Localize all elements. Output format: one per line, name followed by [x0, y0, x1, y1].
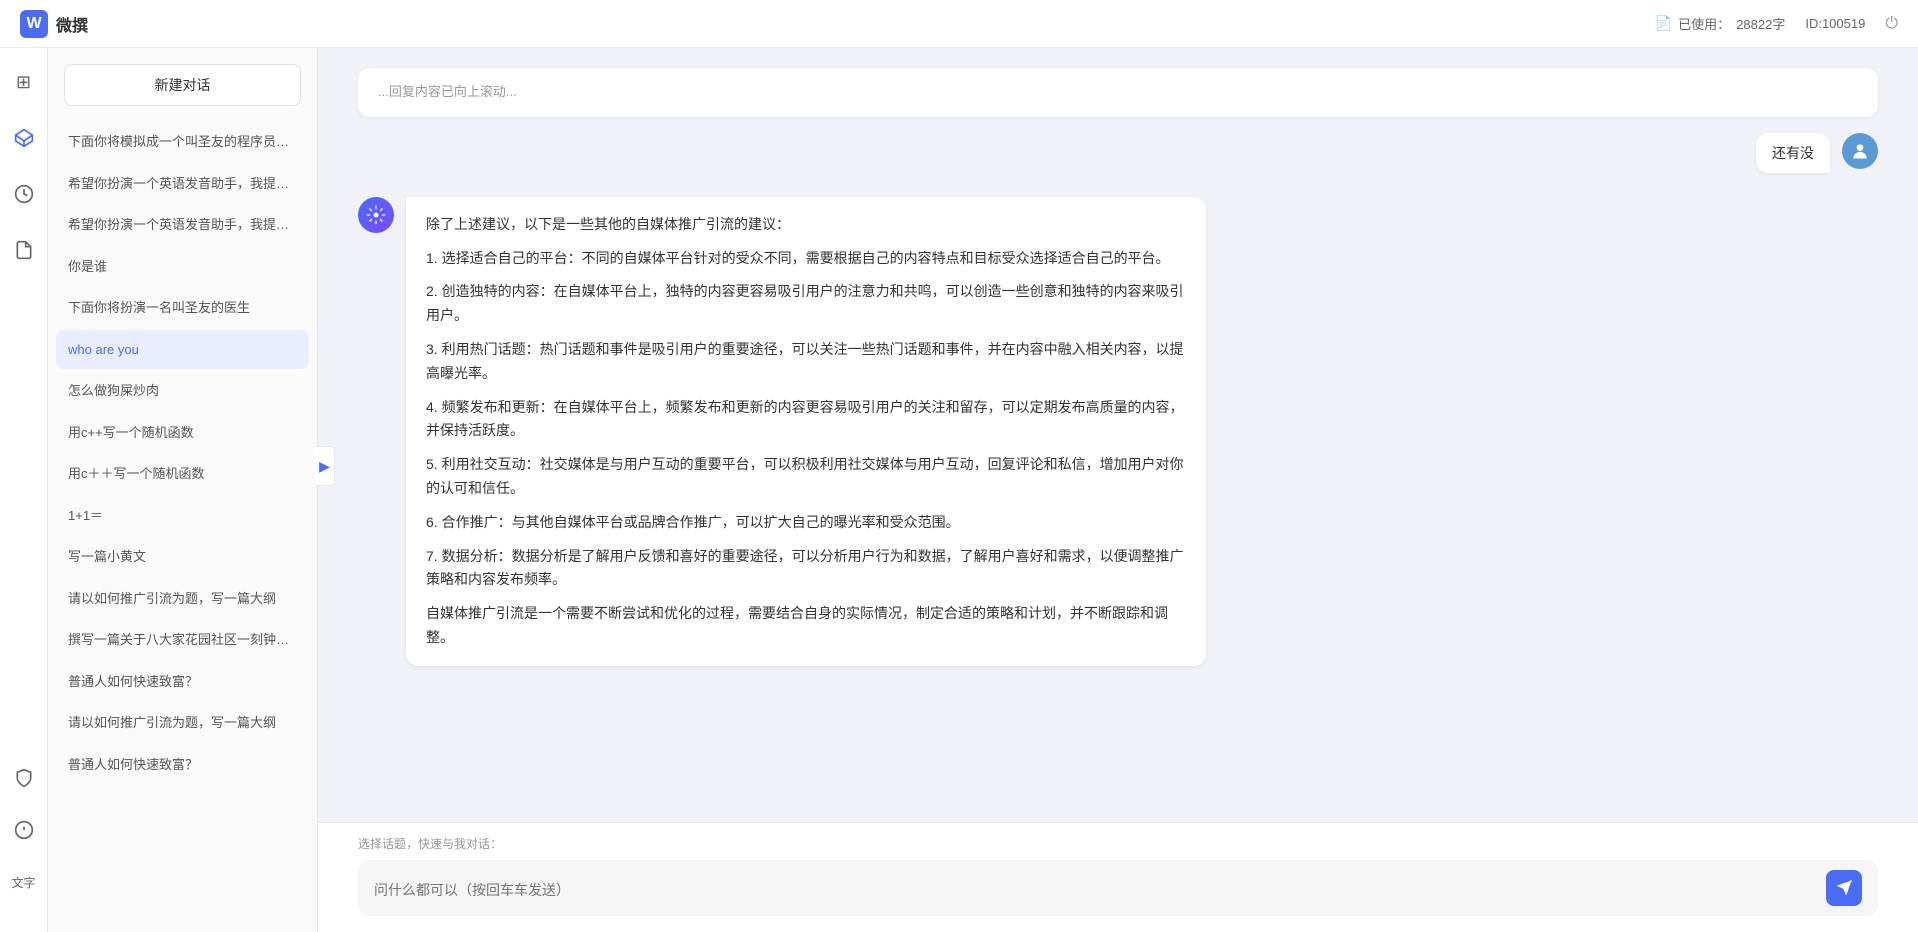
conversation-sidebar: 新建对话 下面你将模拟成一个叫圣友的程序员，我说... 希望你扮演一个英语发音助…	[48, 48, 318, 932]
list-item[interactable]: 怎么做狗屎炒肉	[56, 371, 309, 411]
new-conversation-button[interactable]: 新建对话	[64, 64, 301, 106]
icon-sidebar-top: ⊞	[6, 64, 42, 740]
ai-point-6: 6. 合作推广：与其他自媒体平台或品牌合作推广，可以扩大自己的曝光率和受众范围。	[426, 511, 1186, 535]
ai-message-row: 除了上述建议，以下是一些其他的自媒体推广引流的建议： 1. 选择适合自己的平台：…	[358, 197, 1878, 666]
home-icon[interactable]: ⊞	[6, 64, 42, 100]
list-item[interactable]: 用c++写一个随机函数	[56, 413, 309, 453]
ai-point-7: 7. 数据分析：数据分析是了解用户反馈和喜好的重要途径，可以分析用户行为和数据，…	[426, 545, 1186, 593]
list-item[interactable]: 请以如何推广引流为题，写一篇大纲	[56, 703, 309, 743]
ai-point-2: 2. 创造独特的内容：在自媒体平台上，独特的内容更容易吸引用户的注意力和共鸣，可…	[426, 280, 1186, 328]
message-group-user: 还有没	[358, 133, 1878, 173]
list-item[interactable]: 希望你扮演一个英语发音助手，我提供给你...	[56, 205, 309, 245]
list-item[interactable]: 希望你扮演一个英语发音助手，我提供给你...	[56, 164, 309, 204]
header-left: W 微撰	[20, 10, 88, 38]
chat-messages: ...回复内容已向上滚动... 还有没	[318, 48, 1918, 822]
ai-avatar	[358, 197, 394, 233]
list-item[interactable]: 撰写一篇关于八大家花园社区一刻钟便民生...	[56, 620, 309, 660]
chat-input-area: 选择话题，快速与我对话：	[318, 822, 1918, 932]
list-item[interactable]: 1+1＝	[56, 496, 309, 536]
user-bubble: 还有没	[1756, 133, 1830, 173]
chat-input-field[interactable]	[374, 880, 1814, 896]
list-item[interactable]: 普通人如何快速致富？	[56, 662, 309, 702]
header: W 微撰 📄 已使用： 28822字 ID:100519 ⏻	[0, 0, 1918, 48]
ai-message-content: 除了上述建议，以下是一些其他的自媒体推广引流的建议： 1. 选择适合自己的平台：…	[406, 197, 1206, 666]
list-item[interactable]: 你是谁	[56, 247, 309, 287]
shield-icon[interactable]	[6, 760, 42, 796]
sidebar-collapse-button[interactable]: ▶	[315, 446, 335, 486]
list-item[interactable]: 用c＋＋写一个随机函数	[56, 454, 309, 494]
text-icon[interactable]: 文字	[6, 864, 42, 900]
message-group-ai: 除了上述建议，以下是一些其他的自媒体推广引流的建议： 1. 选择适合自己的平台：…	[358, 197, 1878, 666]
send-button[interactable]	[1826, 870, 1862, 906]
ai-conclusion: 自媒体推广引流是一个需要不断尝试和优化的过程，需要结合自身的实际情况，制定合适的…	[426, 602, 1186, 650]
ai-intro: 除了上述建议，以下是一些其他的自媒体推广引流的建议：	[426, 213, 1186, 237]
user-message-row: 还有没	[358, 133, 1878, 173]
header-right: 📄 已使用： 28822字 ID:100519 ⏻	[1655, 14, 1898, 33]
doc-icon[interactable]	[6, 232, 42, 268]
user-message-text: 还有没	[1772, 145, 1814, 161]
usage-label: 已使用：	[1678, 14, 1730, 33]
info-icon[interactable]	[6, 812, 42, 848]
conversation-list: 下面你将模拟成一个叫圣友的程序员，我说... 希望你扮演一个英语发音助手，我提供…	[48, 122, 317, 932]
list-item[interactable]: 下面你将扮演一名叫圣友的医生	[56, 288, 309, 328]
main-chat-area: ...回复内容已向上滚动... 还有没	[318, 48, 1918, 932]
user-id: ID:100519	[1805, 16, 1865, 31]
icon-sidebar: ⊞	[0, 48, 48, 932]
usage-value: 28822字	[1736, 14, 1785, 33]
quick-topics-label: 选择话题，快速与我对话：	[358, 835, 1878, 852]
clock-icon[interactable]	[6, 176, 42, 212]
app-title: 微撰	[56, 12, 88, 36]
list-item[interactable]: 普通人如何快速致富？	[56, 745, 309, 785]
input-row	[358, 860, 1878, 916]
document-icon: 📄	[1655, 15, 1672, 32]
usage-info: 📄 已使用： 28822字	[1655, 14, 1786, 33]
ai-point-1: 1. 选择适合自己的平台：不同的自媒体平台针对的受众不同，需要根据自己的内容特点…	[426, 247, 1186, 271]
ai-point-3: 3. 利用热门话题：热门话题和事件是吸引用户的重要途径，可以关注一些热门话题和事…	[426, 338, 1186, 386]
power-button[interactable]: ⏻	[1885, 15, 1898, 33]
list-item-active[interactable]: who are you	[56, 330, 309, 370]
previous-message: ...回复内容已向上滚动...	[358, 68, 1878, 117]
app-logo: W	[20, 10, 48, 38]
cube-icon[interactable]	[6, 120, 42, 156]
list-item[interactable]: 下面你将模拟成一个叫圣友的程序员，我说...	[56, 122, 309, 162]
ai-point-5: 5. 利用社交互动：社交媒体是与用户互动的重要平台，可以积极利用社交媒体与用户互…	[426, 453, 1186, 501]
list-item[interactable]: 写一篇小黄文	[56, 537, 309, 577]
icon-sidebar-bottom: 文字	[6, 760, 42, 916]
ai-point-4: 4. 频繁发布和更新：在自媒体平台上，频繁发布和更新的内容更容易吸引用户的关注和…	[426, 396, 1186, 444]
list-item[interactable]: 请以如何推广引流为题，写一篇大纲	[56, 579, 309, 619]
user-avatar	[1842, 133, 1878, 169]
